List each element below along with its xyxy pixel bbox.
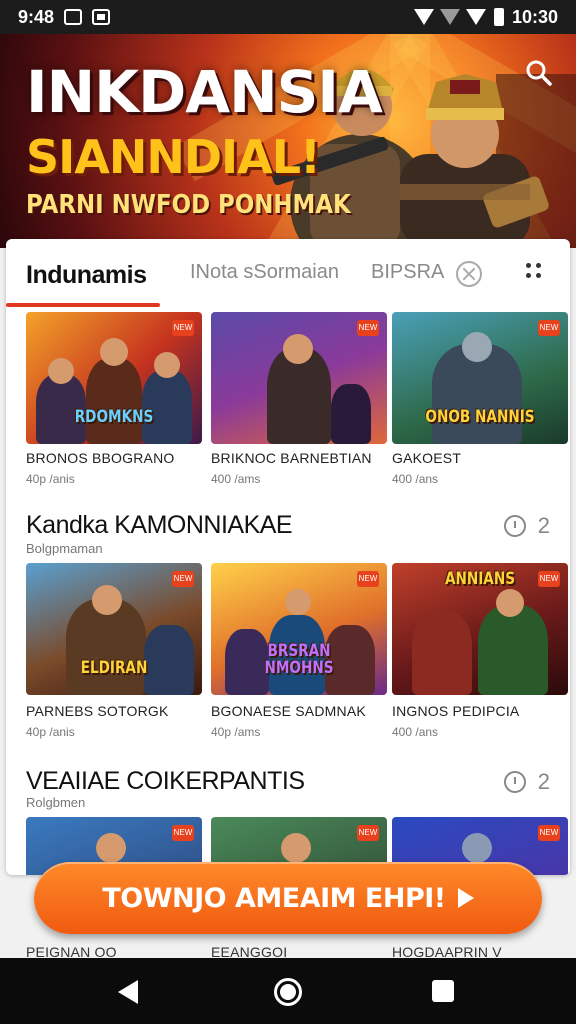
- recents-icon[interactable]: [432, 980, 454, 1002]
- game-tile[interactable]: NEW ANNIANS: [392, 563, 568, 695]
- no-entry-icon[interactable]: [456, 261, 482, 287]
- play-now-label: TOWNJO AMEAIM EHPI!: [102, 882, 446, 914]
- game-meta: 40p /ams: [211, 725, 261, 739]
- game-meta: 40p /anis: [26, 725, 75, 739]
- tab-third[interactable]: BIPSRA: [371, 261, 444, 284]
- game-name: INGNOS PEDIPCIA: [392, 703, 520, 719]
- new-badge: NEW: [357, 571, 379, 587]
- game-name: PARNEBS SOTORGK: [26, 703, 169, 719]
- section-count[interactable]: 2: [503, 769, 550, 795]
- game-name: BGONAESE SADMNAK: [211, 703, 366, 719]
- game-meta: 400 /ans: [392, 472, 439, 486]
- new-badge: NEW: [538, 825, 560, 841]
- hero-banner[interactable]: INKDANSIA SIANNDIAL! PARNI NWFOD PONHMAK: [0, 34, 576, 248]
- clock-icon: [503, 771, 526, 793]
- new-badge: NEW: [172, 825, 194, 841]
- game-name: GAKOEST: [392, 450, 462, 466]
- game-tile[interactable]: NEW RDOMKNS: [26, 312, 202, 444]
- tab-second[interactable]: INota sSormaian: [190, 261, 339, 284]
- section-subtitle: Bolgpmaman: [26, 541, 103, 556]
- new-badge: NEW: [538, 571, 560, 587]
- back-icon[interactable]: [118, 980, 138, 1004]
- system-nav-bar: [0, 958, 576, 1024]
- hero-title: INKDANSIA: [26, 58, 383, 126]
- battery-icon: [493, 8, 504, 26]
- content-card: Indunamis INota sSormaian BIPSRA NEW RDO…: [6, 239, 570, 875]
- hero-subtitle: SIANNDIAL!: [26, 130, 321, 184]
- section-title: Kandka KAMONNIAKAE: [26, 511, 293, 539]
- new-badge: NEW: [172, 571, 194, 587]
- game-tile[interactable]: NEW BRSRAN NMOHNS: [211, 563, 387, 695]
- active-tab-indicator: [6, 303, 160, 307]
- section-count[interactable]: 2: [503, 513, 550, 539]
- home-icon[interactable]: [274, 978, 302, 1006]
- section-count-value: 2: [537, 513, 550, 538]
- game-logo: ONOB NANNIS: [425, 407, 535, 427]
- new-badge: NEW: [357, 825, 379, 841]
- game-logo: ANNIANS: [444, 569, 516, 589]
- search-icon[interactable]: [524, 58, 554, 88]
- clock-icon: [503, 515, 526, 537]
- notification-icon: [64, 9, 83, 25]
- wifi-icon: [413, 9, 434, 25]
- hero-tagline: PARNI NWFOD PONHMAK: [26, 190, 351, 220]
- status-time: 9:48: [18, 6, 55, 27]
- tab-indunamis[interactable]: Indunamis: [26, 261, 147, 290]
- wifi-icon-2: [465, 9, 486, 25]
- game-meta: 400 /ams: [211, 472, 261, 486]
- new-badge: NEW: [538, 320, 560, 336]
- game-name: BRONOS BBOGRANO: [26, 450, 175, 466]
- new-badge: NEW: [357, 320, 379, 336]
- signal-icon: [439, 9, 460, 25]
- game-tile[interactable]: NEW ONOB NANNIS: [392, 312, 568, 444]
- game-logo: ELDIRAN: [80, 658, 148, 678]
- game-tile[interactable]: NEW: [211, 312, 387, 444]
- game-meta: 400 /ans: [392, 725, 439, 739]
- more-vertical-icon[interactable]: [524, 261, 544, 285]
- message-icon: [92, 9, 111, 25]
- game-logo: RDOMKNS: [74, 407, 154, 427]
- game-tile[interactable]: NEW ELDIRAN: [26, 563, 202, 695]
- status-clock: 10:30: [511, 6, 558, 27]
- section-subtitle: Rolgbmen: [26, 795, 86, 810]
- tab-bar: Indunamis INota sSormaian BIPSRA: [6, 239, 570, 309]
- section-title: VEAIIAE COIKERPANTIS: [26, 767, 305, 795]
- play-now-button[interactable]: TOWNJO AMEAIM EHPI!: [34, 862, 542, 934]
- section-count-value: 2: [537, 769, 550, 794]
- game-meta: 40p /anis: [26, 472, 75, 486]
- status-bar: 9:48 10:30: [0, 0, 576, 34]
- game-logo: BRSRAN NMOHNS: [264, 641, 334, 678]
- new-badge: NEW: [172, 320, 194, 336]
- play-icon: [457, 888, 474, 908]
- game-name: BRIKNOC BARNEBTIAN: [211, 450, 372, 466]
